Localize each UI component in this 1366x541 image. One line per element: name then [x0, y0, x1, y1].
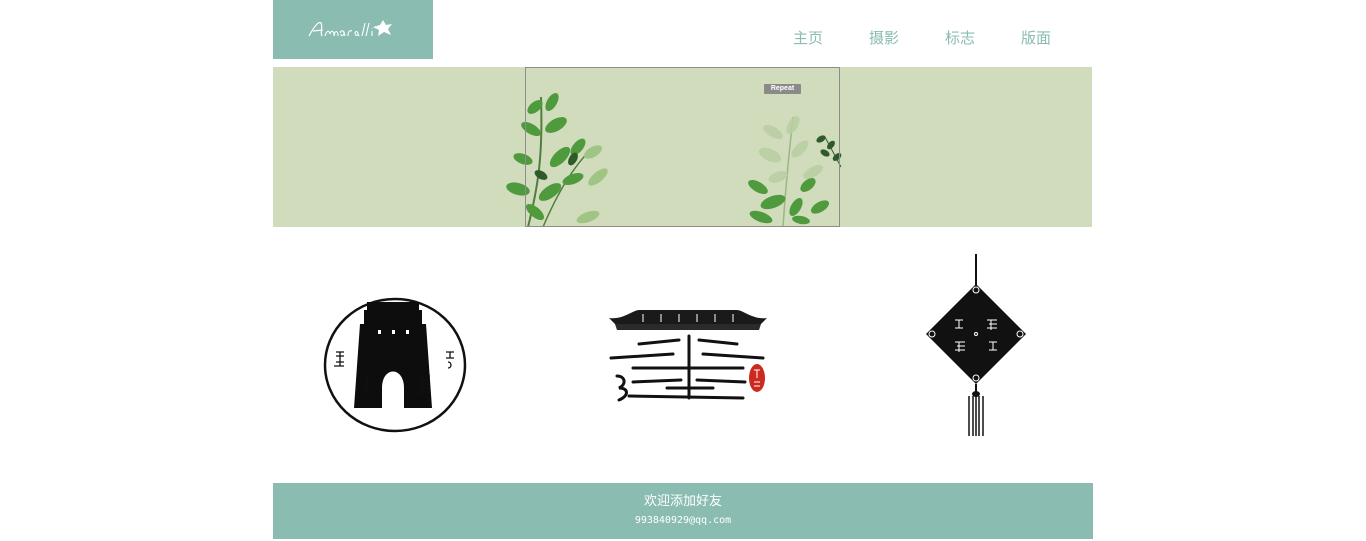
nav-item-layout[interactable]: 版面 — [998, 28, 1074, 50]
repeat-badge[interactable]: Repeat — [764, 84, 801, 94]
nav-item-home[interactable]: 主页 — [770, 28, 846, 50]
diamond-tassel-emblem[interactable] — [923, 254, 1029, 438]
hero-banner: Repeat — [273, 67, 1092, 227]
site-logo[interactable] — [273, 0, 433, 59]
nav-item-photography[interactable]: 摄影 — [846, 28, 922, 50]
footer-email[interactable]: 993840929@qq.com — [273, 515, 1093, 527]
main-nav: 主页 摄影 标志 版面 — [770, 28, 1074, 50]
roof-character-emblem[interactable] — [603, 306, 773, 410]
gate-emblem[interactable] — [322, 296, 468, 434]
logo-gallery — [273, 248, 1092, 448]
nav-item-logos[interactable]: 标志 — [922, 28, 998, 50]
site-footer: 欢迎添加好友 993840929@qq.com — [273, 483, 1093, 539]
leaf-icon — [373, 19, 392, 36]
footer-title: 欢迎添加好友 — [643, 493, 722, 508]
logo-wordmark — [308, 19, 392, 36]
